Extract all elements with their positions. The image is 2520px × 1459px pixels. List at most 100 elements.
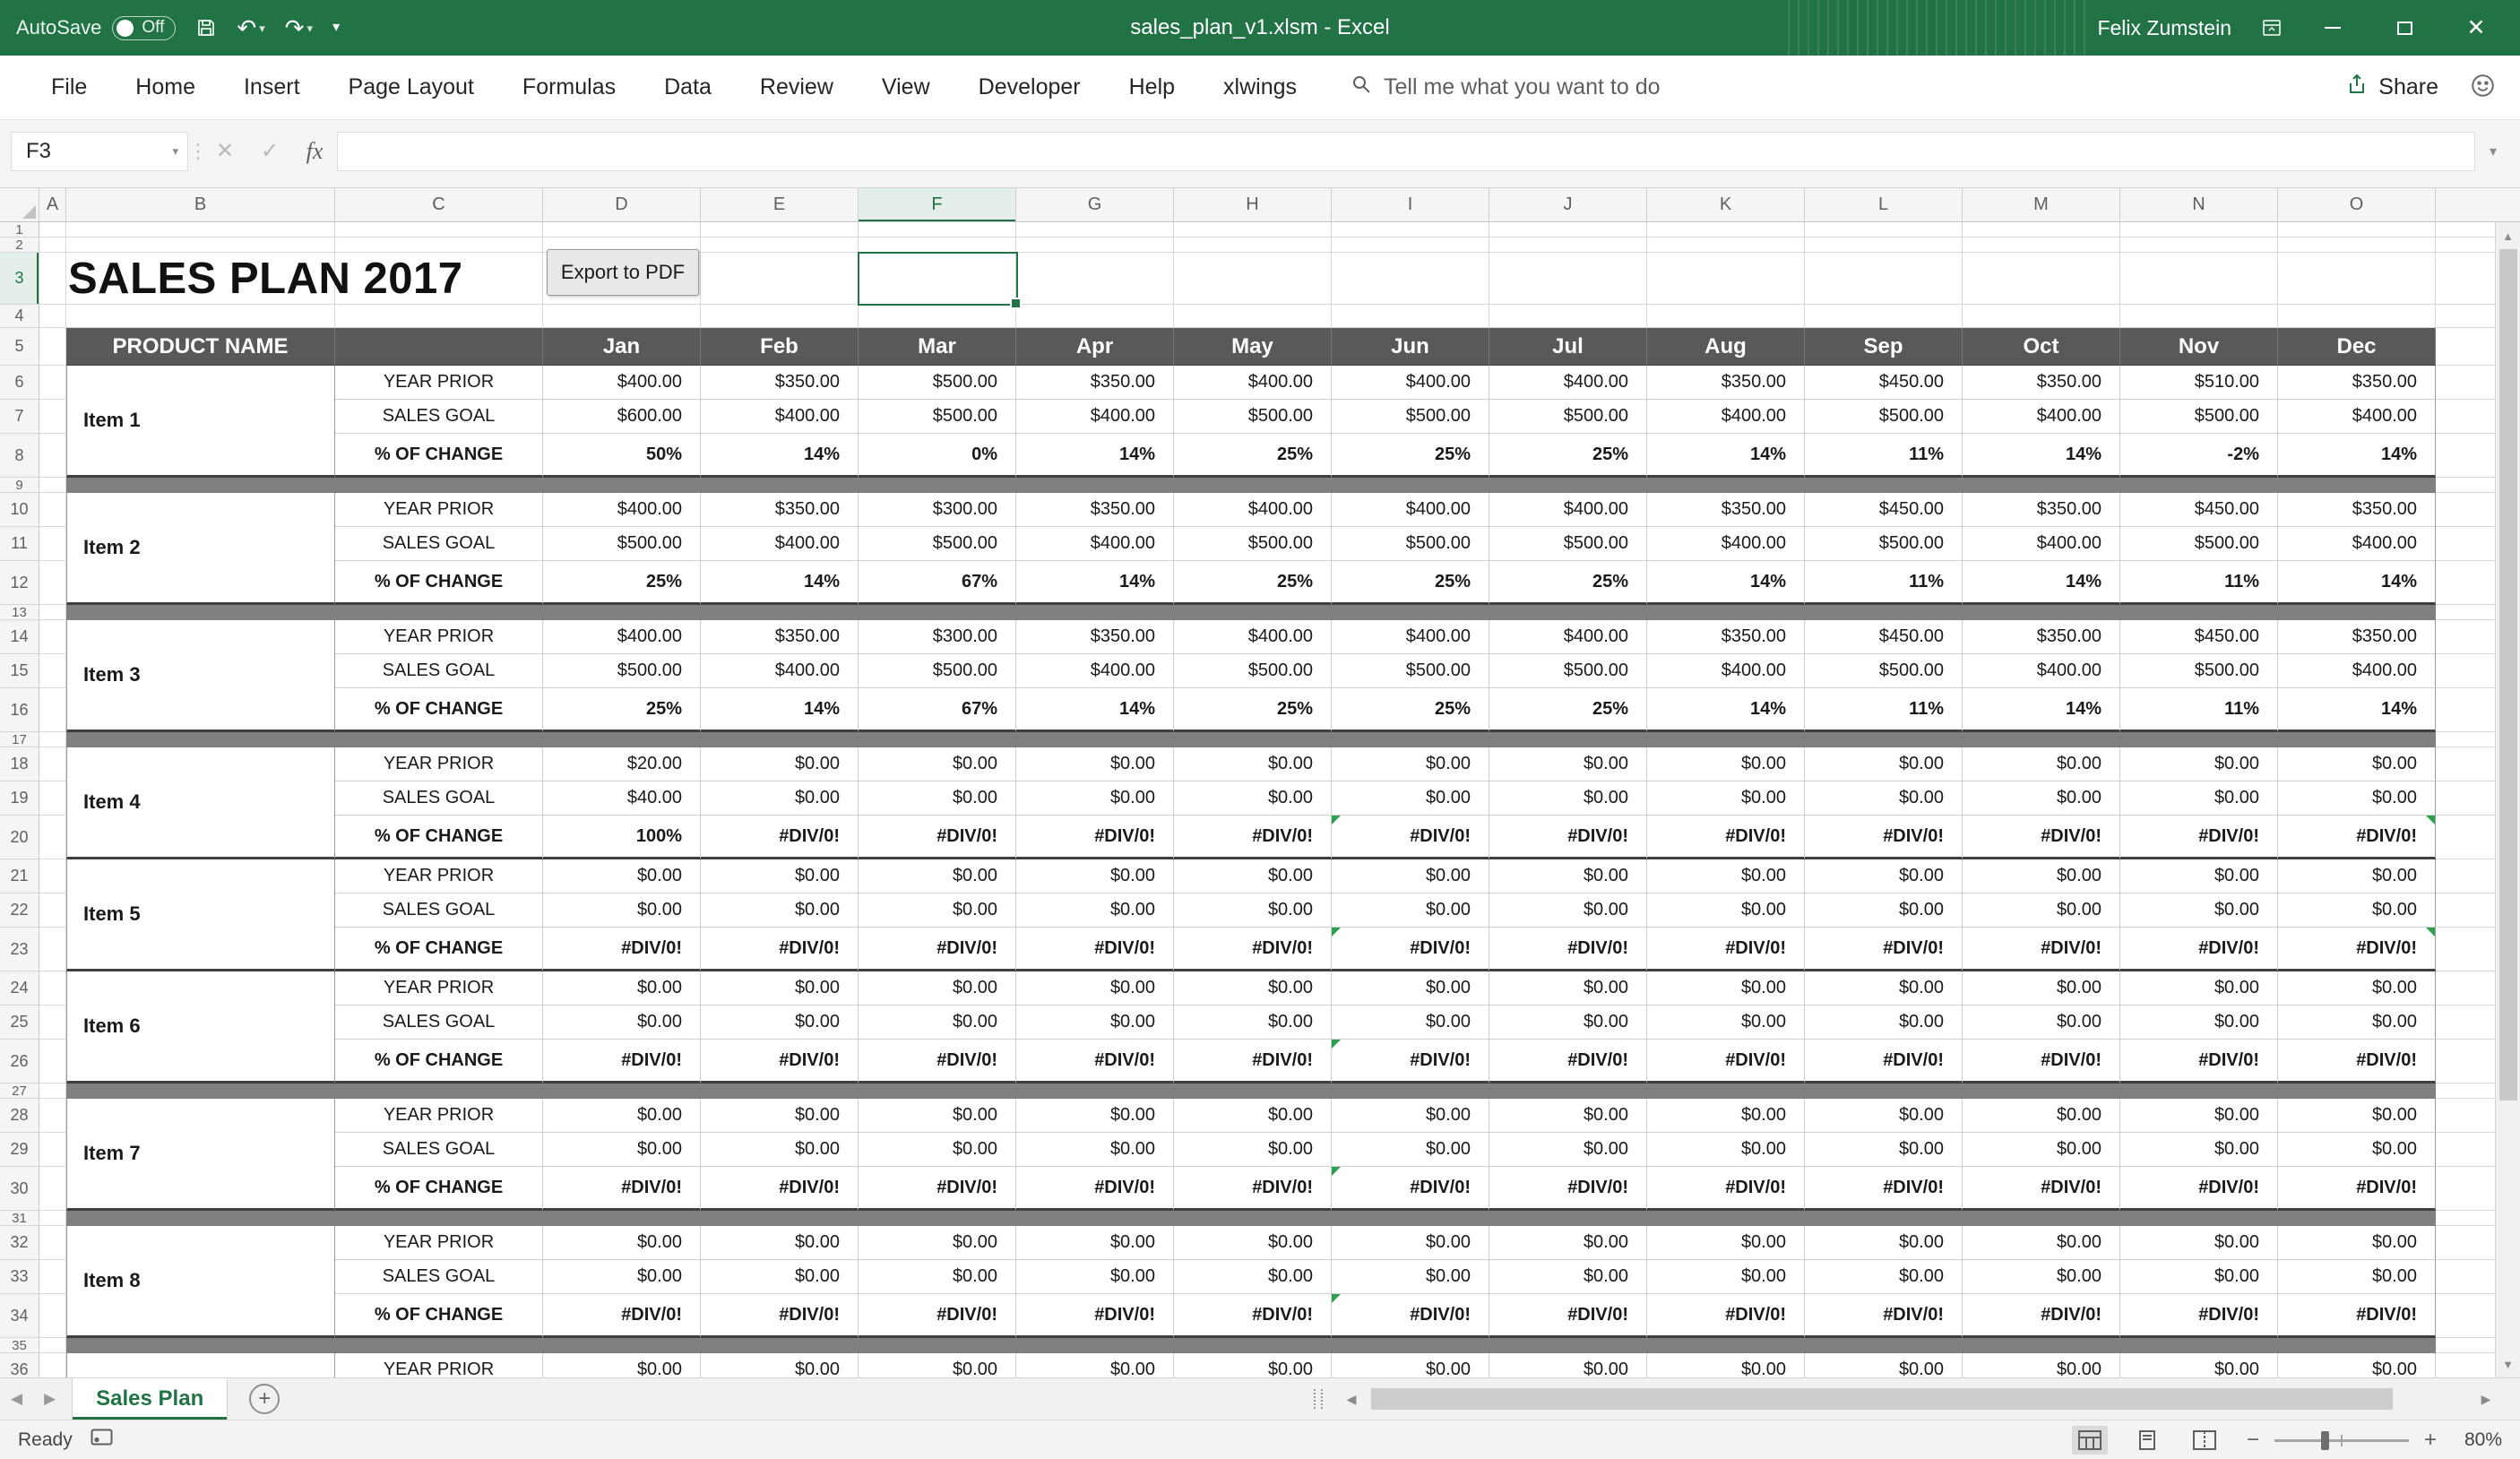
cell[interactable]: #DIV/0! — [2120, 1040, 2278, 1083]
cell[interactable] — [543, 305, 701, 328]
cell[interactable]: $0.00 — [1489, 1099, 1647, 1133]
ribbon-tab-developer[interactable]: Developer — [954, 56, 1105, 119]
cell[interactable]: $350.00 — [1016, 366, 1174, 400]
cell[interactable]: $0.00 — [1489, 971, 1647, 1006]
normal-view-icon[interactable] — [2072, 1426, 2108, 1455]
scroll-right-icon[interactable]: ▶ — [2472, 1378, 2500, 1420]
cell[interactable]: 100% — [543, 816, 701, 859]
cell[interactable]: $0.00 — [859, 1260, 1016, 1294]
cell[interactable]: $400.00 — [1174, 366, 1332, 400]
name-box[interactable]: F3 ▾ — [11, 132, 188, 171]
save-icon[interactable] — [195, 17, 217, 39]
cell[interactable]: 25% — [1332, 561, 1489, 605]
cell[interactable] — [2436, 1353, 2495, 1377]
cell[interactable]: $400.00 — [1174, 493, 1332, 527]
cell[interactable] — [39, 478, 66, 493]
cell[interactable] — [1963, 253, 2120, 305]
cell[interactable] — [2436, 732, 2495, 747]
cell[interactable]: #DIV/0! — [1174, 1167, 1332, 1211]
cell[interactable]: #DIV/0! — [2120, 816, 2278, 859]
cell[interactable]: $0.00 — [1647, 894, 1805, 928]
scroll-up-icon[interactable]: ▲ — [2496, 222, 2520, 249]
item-name-cell[interactable]: Item 7 — [66, 1099, 335, 1211]
cell[interactable]: $0.00 — [1016, 1006, 1174, 1040]
row-label[interactable]: SALES GOAL — [335, 1133, 543, 1167]
horizontal-scrollbar[interactable]: ◀ ▶ — [1314, 1378, 2520, 1420]
row-header-32[interactable]: 32 — [0, 1226, 39, 1260]
cell[interactable]: $350.00 — [1647, 493, 1805, 527]
export-to-pdf-button[interactable]: Export to PDF — [547, 249, 699, 296]
cell[interactable] — [39, 732, 66, 747]
cell[interactable]: $0.00 — [1174, 859, 1332, 894]
cell[interactable]: $0.00 — [2120, 1226, 2278, 1260]
cell[interactable]: $0.00 — [1647, 859, 1805, 894]
cell[interactable]: #DIV/0! — [1647, 1294, 1805, 1338]
item-name-cell[interactable]: Item 2 — [66, 493, 335, 605]
cell[interactable] — [2436, 527, 2495, 561]
cell[interactable]: $0.00 — [2120, 859, 2278, 894]
cell[interactable]: $0.00 — [2278, 1260, 2436, 1294]
cell[interactable]: $400.00 — [1489, 366, 1647, 400]
cell[interactable] — [2278, 237, 2436, 253]
cell[interactable]: #DIV/0! — [1332, 928, 1489, 971]
cell[interactable]: $0.00 — [1805, 859, 1963, 894]
cell[interactable]: $500.00 — [2120, 400, 2278, 434]
cell[interactable] — [1489, 222, 1647, 237]
cell[interactable]: $0.00 — [1805, 971, 1963, 1006]
cell[interactable] — [1174, 253, 1332, 305]
month-header-aug[interactable]: Aug — [1647, 328, 1805, 366]
cell[interactable]: $0.00 — [1489, 747, 1647, 781]
cell[interactable] — [701, 222, 859, 237]
cell[interactable] — [335, 222, 543, 237]
cell[interactable]: $450.00 — [2120, 620, 2278, 654]
cell[interactable]: #DIV/0! — [1332, 1167, 1489, 1211]
cell[interactable]: $500.00 — [1174, 400, 1332, 434]
cell[interactable] — [39, 1260, 66, 1294]
row-label[interactable]: % OF CHANGE — [335, 1294, 543, 1338]
cell[interactable]: $0.00 — [543, 1226, 701, 1260]
cell[interactable]: #DIV/0! — [1489, 816, 1647, 859]
cell[interactable]: $500.00 — [543, 527, 701, 561]
cell[interactable]: #DIV/0! — [859, 816, 1016, 859]
cell[interactable] — [2436, 253, 2495, 305]
cell[interactable]: $500.00 — [2120, 654, 2278, 688]
new-sheet-button[interactable]: + — [249, 1384, 280, 1414]
month-header-dec[interactable]: Dec — [2278, 328, 2436, 366]
row-label[interactable]: SALES GOAL — [335, 527, 543, 561]
row-header-34[interactable]: 34 — [0, 1294, 39, 1338]
cell[interactable]: $400.00 — [543, 620, 701, 654]
cell[interactable]: $400.00 — [1016, 654, 1174, 688]
cell[interactable]: $0.00 — [2120, 1006, 2278, 1040]
cell[interactable]: #DIV/0! — [701, 1294, 859, 1338]
cell[interactable]: $0.00 — [1332, 1006, 1489, 1040]
cell[interactable]: $0.00 — [1016, 1353, 1174, 1377]
cell[interactable]: $400.00 — [543, 493, 701, 527]
row-label[interactable]: YEAR PRIOR — [335, 971, 543, 1006]
cell[interactable]: 14% — [701, 561, 859, 605]
cancel-icon[interactable]: ✕ — [203, 132, 247, 171]
cell[interactable] — [1332, 222, 1489, 237]
cell[interactable]: $0.00 — [1963, 781, 2120, 816]
cell[interactable]: $0.00 — [1332, 1260, 1489, 1294]
cell[interactable]: $0.00 — [1963, 1006, 2120, 1040]
row-label[interactable]: YEAR PRIOR — [335, 1226, 543, 1260]
cell[interactable]: 25% — [1174, 561, 1332, 605]
cell[interactable]: #DIV/0! — [543, 1294, 701, 1338]
row-header-23[interactable]: 23 — [0, 928, 39, 971]
cell[interactable]: #DIV/0! — [1332, 1040, 1489, 1083]
cell[interactable]: $450.00 — [1805, 620, 1963, 654]
zoom-slider-thumb[interactable] — [2321, 1431, 2329, 1450]
cell[interactable] — [1332, 305, 1489, 328]
cell[interactable]: $40.00 — [543, 781, 701, 816]
cell[interactable]: $0.00 — [543, 894, 701, 928]
cell[interactable]: $500.00 — [859, 654, 1016, 688]
cell[interactable]: $0.00 — [1174, 747, 1332, 781]
cell[interactable]: $500.00 — [1805, 527, 1963, 561]
cell[interactable]: $0.00 — [701, 859, 859, 894]
column-header-n[interactable]: N — [2120, 188, 2278, 221]
cell[interactable]: 25% — [1174, 434, 1332, 478]
cell[interactable]: $0.00 — [1489, 1260, 1647, 1294]
redo-icon[interactable]: ↷▾ — [285, 16, 313, 39]
cell[interactable]: $400.00 — [2278, 654, 2436, 688]
cell[interactable]: #DIV/0! — [1963, 928, 2120, 971]
